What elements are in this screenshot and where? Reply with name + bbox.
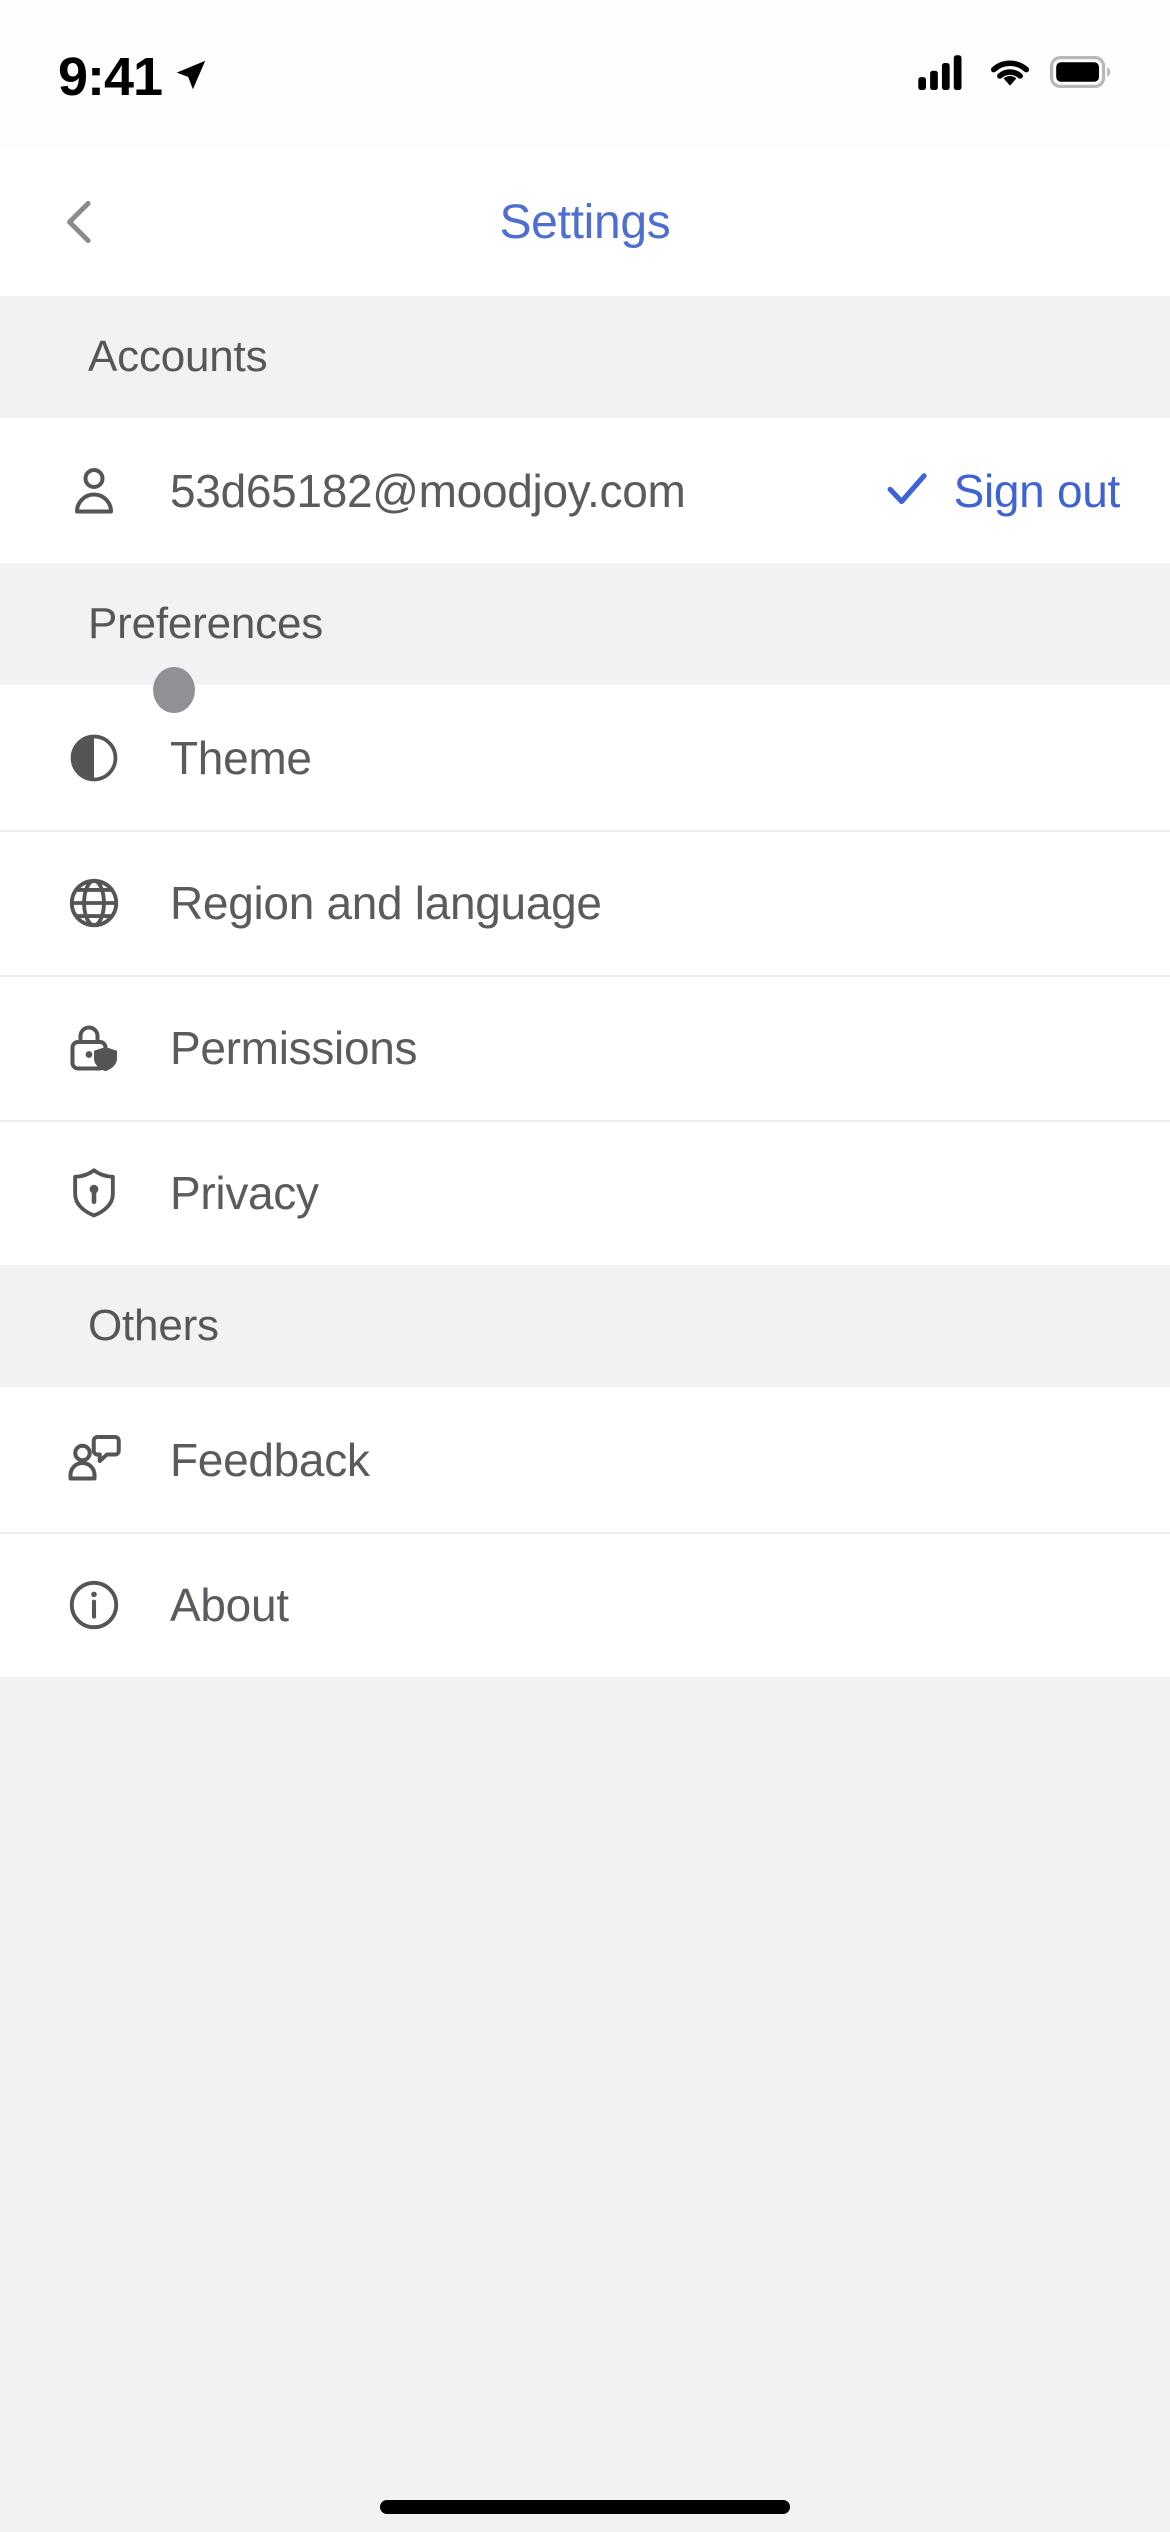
status-bar: 9:41 — [0, 0, 1170, 148]
section-header-accounts: Accounts — [0, 296, 1170, 418]
checkmark-icon — [880, 461, 934, 520]
globe-icon — [62, 871, 126, 935]
privacy-label: Privacy — [170, 1166, 319, 1219]
row-about[interactable]: About — [0, 1532, 1170, 1677]
row-permissions[interactable]: Permissions — [0, 975, 1170, 1120]
contrast-circle-icon — [62, 726, 126, 790]
cellular-signal-icon — [918, 54, 970, 95]
section-header-others: Others — [0, 1265, 1170, 1387]
row-theme[interactable]: Theme — [0, 667, 1170, 830]
home-indicator-bar[interactable] — [380, 2500, 790, 2514]
status-bar-right — [918, 50, 1112, 95]
settings-screen: 9:41 Settings Accounts 53d65182@moodjoy.… — [0, 0, 1170, 2532]
feedback-label: Feedback — [170, 1433, 370, 1486]
info-circle-icon — [62, 1573, 126, 1637]
status-bar-left: 9:41 — [58, 50, 210, 104]
chevron-left-icon — [52, 194, 108, 255]
person-message-icon — [62, 1428, 126, 1492]
wifi-icon — [986, 54, 1034, 95]
person-icon — [62, 459, 126, 523]
status-bar-clock: 9:41 — [58, 47, 163, 107]
sign-out-control[interactable]: Sign out — [880, 461, 1120, 520]
location-arrow-icon — [172, 56, 210, 99]
row-privacy[interactable]: Privacy — [0, 1120, 1170, 1265]
row-region-and-language[interactable]: Region and language — [0, 830, 1170, 975]
theme-label: Theme — [170, 731, 312, 784]
settings-list: Accounts 53d65182@moodjoy.com Sign out P… — [0, 296, 1170, 1677]
back-button[interactable] — [34, 178, 126, 270]
shield-keyhole-icon — [62, 1161, 126, 1225]
about-label: About — [170, 1578, 289, 1631]
permissions-label: Permissions — [170, 1021, 418, 1074]
region-and-language-label: Region and language — [170, 876, 602, 929]
page-title: Settings — [499, 195, 671, 249]
navigation-bar: Settings — [0, 148, 1170, 296]
account-email-label: 53d65182@moodjoy.com — [170, 464, 686, 517]
section-header-preferences: Preferences — [0, 563, 1170, 685]
battery-full-icon — [1050, 56, 1112, 93]
row-account-email[interactable]: 53d65182@moodjoy.com Sign out — [0, 418, 1170, 563]
row-feedback[interactable]: Feedback — [0, 1387, 1170, 1532]
lock-shield-icon — [62, 1016, 126, 1080]
sign-out-label: Sign out — [953, 464, 1121, 517]
